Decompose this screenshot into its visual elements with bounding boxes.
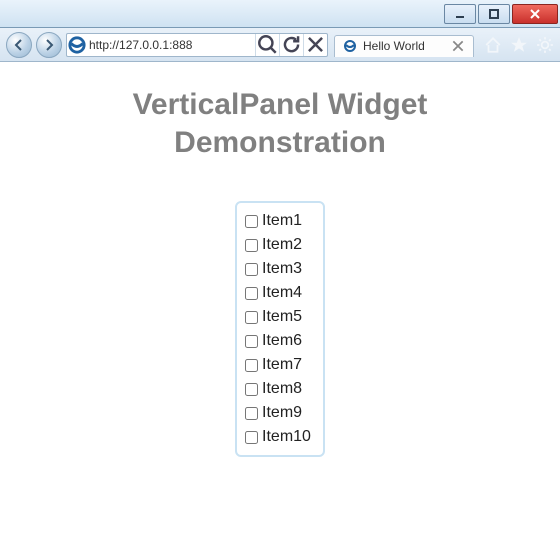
address-refresh-button[interactable] <box>279 34 303 56</box>
nav-back-button[interactable] <box>6 32 32 58</box>
minimize-icon <box>454 8 466 20</box>
address-stop-button[interactable] <box>303 34 327 56</box>
browser-tab[interactable]: Hello World <box>334 35 474 57</box>
item-label: Item9 <box>262 401 302 425</box>
item-label: Item2 <box>262 233 302 257</box>
list-item[interactable]: Item10 <box>245 425 311 449</box>
favorites-button[interactable] <box>510 36 528 54</box>
page-content: VerticalPanel Widget Demonstration Item1… <box>0 62 560 547</box>
list-item[interactable]: Item9 <box>245 401 311 425</box>
ie-favicon-icon <box>67 35 87 55</box>
arrow-left-icon <box>12 38 26 52</box>
vertical-panel: Item1Item2Item3Item4Item5Item6Item7Item8… <box>235 201 325 457</box>
item-checkbox[interactable] <box>245 407 258 420</box>
tab-title: Hello World <box>363 39 425 53</box>
ie-favicon-icon <box>343 39 357 53</box>
item-label: Item1 <box>262 209 302 233</box>
item-checkbox[interactable] <box>245 263 258 276</box>
refresh-icon <box>280 33 303 56</box>
list-item[interactable]: Item1 <box>245 209 311 233</box>
star-icon <box>510 36 528 54</box>
list-item[interactable]: Item2 <box>245 233 311 257</box>
item-checkbox[interactable] <box>245 359 258 372</box>
tab-strip: Hello World <box>334 33 474 57</box>
item-label: Item7 <box>262 353 302 377</box>
tab-close-button[interactable] <box>451 39 465 53</box>
list-item[interactable]: Item5 <box>245 305 311 329</box>
item-label: Item6 <box>262 329 302 353</box>
item-checkbox[interactable] <box>245 383 258 396</box>
list-item[interactable]: Item3 <box>245 257 311 281</box>
arrow-right-icon <box>42 38 56 52</box>
item-checkbox[interactable] <box>245 215 258 228</box>
home-icon <box>484 36 502 54</box>
address-bar <box>66 33 328 57</box>
window-minimize-button[interactable] <box>444 4 476 24</box>
nav-forward-button[interactable] <box>36 32 62 58</box>
item-checkbox[interactable] <box>245 287 258 300</box>
browser-tools <box>478 36 554 54</box>
item-label: Item5 <box>262 305 302 329</box>
tools-button[interactable] <box>536 36 554 54</box>
stop-icon <box>304 33 327 56</box>
gear-icon <box>536 36 554 54</box>
item-checkbox[interactable] <box>245 431 258 444</box>
list-item[interactable]: Item7 <box>245 353 311 377</box>
address-input[interactable] <box>87 38 255 52</box>
address-search-button[interactable] <box>255 34 279 56</box>
close-icon <box>529 8 541 20</box>
item-label: Item4 <box>262 281 302 305</box>
item-checkbox[interactable] <box>245 335 258 348</box>
close-icon <box>451 39 465 53</box>
item-label: Item3 <box>262 257 302 281</box>
item-label: Item8 <box>262 377 302 401</box>
window-close-button[interactable] <box>512 4 558 24</box>
search-icon <box>256 33 279 56</box>
item-checkbox[interactable] <box>245 239 258 252</box>
list-item[interactable]: Item8 <box>245 377 311 401</box>
home-button[interactable] <box>484 36 502 54</box>
maximize-icon <box>488 8 500 20</box>
window-titlebar <box>0 0 560 28</box>
browser-toolbar: Hello World <box>0 28 560 62</box>
list-item[interactable]: Item4 <box>245 281 311 305</box>
list-item[interactable]: Item6 <box>245 329 311 353</box>
item-label: Item10 <box>262 425 311 449</box>
item-checkbox[interactable] <box>245 311 258 324</box>
window-maximize-button[interactable] <box>478 4 510 24</box>
page-title: VerticalPanel Widget Demonstration <box>90 86 470 161</box>
